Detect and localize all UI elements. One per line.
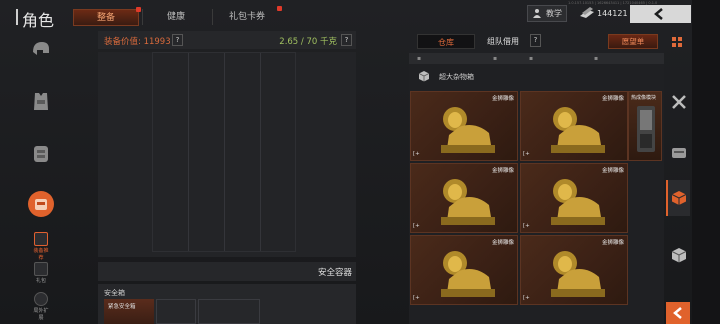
backpack-icon: [35, 199, 47, 210]
item-name: 热成像模块: [631, 95, 657, 101]
item-gold-lion[interactable]: 金狮雕像 [+: [410, 163, 518, 233]
gold-lion-statue-icon: [551, 179, 605, 225]
safebox-empty-slot[interactable]: [198, 299, 260, 324]
gold-lion-statue-icon: [441, 107, 495, 153]
cube-icon[interactable]: [670, 246, 688, 264]
item-gold-lion[interactable]: 金狮雕像 [+: [410, 235, 518, 305]
item-corner-mark: [+: [523, 223, 530, 229]
stash-value-header: 装备价值: 11993 ? 2.65 / 70 千克 ?: [98, 31, 356, 49]
safebox-slot[interactable]: 紧急安全箱: [104, 299, 154, 324]
gift-icon: [34, 262, 48, 276]
value-help-button[interactable]: ?: [172, 34, 183, 46]
sidebar-item-label: 局外扩展: [33, 308, 49, 321]
tab-giftpack-label: 礼包卡券: [228, 12, 265, 22]
currency-amount: 144121: [597, 9, 628, 18]
top-bar: 角色 整备 健康 礼包卡券 1.0.157.10153 | 1626643411…: [0, 0, 720, 30]
item-gold-lion[interactable]: 金狮雕像 [+: [520, 91, 628, 161]
sidebar-item-label: 装备推荐: [33, 248, 49, 261]
page-title: 角色: [22, 11, 55, 30]
gear-value: 装备价值: 11993: [104, 35, 171, 47]
tab-health-label: 健康: [166, 12, 185, 22]
gold-lion-statue-icon: [551, 107, 605, 153]
safebox-panel: 安全箱 紧急安全箱: [98, 284, 356, 324]
tab-gear-label: 整备: [96, 13, 115, 23]
weight-readout: 2.65 / 70 千克: [279, 37, 337, 47]
back-button[interactable]: [630, 5, 691, 23]
safe-container-bar: 安全容器: [98, 262, 356, 281]
warehouse-help-button[interactable]: ?: [530, 34, 541, 47]
gear-value-number: 11993: [143, 37, 171, 47]
tab-gear[interactable]: 整备: [73, 7, 141, 26]
grid-line: [188, 53, 189, 251]
container-row[interactable]: 超大杂物箱: [409, 66, 664, 88]
helmet-icon[interactable]: [28, 36, 54, 62]
grid-line: [260, 53, 261, 251]
thermal-module-icon: [637, 106, 655, 152]
tab-warehouse[interactable]: 仓库: [417, 34, 475, 49]
safe-container-label: 安全容器: [317, 268, 352, 278]
person-icon: [533, 9, 541, 18]
tab-health[interactable]: 健康: [146, 9, 206, 26]
armor-vest-icon[interactable]: [28, 88, 54, 114]
tutorial-button-label: 教学: [546, 9, 562, 18]
title-accent: [16, 9, 18, 25]
tools-cross-icon[interactable]: [670, 93, 688, 111]
strip-marker-icon: ▪: [493, 55, 498, 62]
item-corner-mark: [+: [413, 151, 420, 157]
collapse-button[interactable]: [666, 302, 690, 324]
notification-dot: [277, 6, 282, 11]
notification-dot: [136, 7, 141, 12]
tab-divider: [212, 9, 213, 25]
safebox-label: 安全箱: [104, 289, 125, 297]
backpack-grid[interactable]: [152, 52, 296, 252]
grid-menu-icon[interactable]: [670, 35, 688, 53]
cube-icon: [418, 71, 430, 82]
chest-rig-icon[interactable]: [28, 140, 54, 166]
gold-lion-statue-icon: [441, 251, 495, 297]
chevron-left-icon: [673, 307, 682, 319]
wishlist-button[interactable]: 愿望单: [608, 34, 658, 49]
right-rail: [666, 31, 692, 324]
card-icon[interactable]: [670, 144, 688, 162]
item-gold-lion[interactable]: 金狮雕像 [+: [410, 91, 518, 161]
tab-team-borrow[interactable]: 组队借用: [481, 34, 525, 49]
weight-help-button[interactable]: ?: [341, 34, 352, 46]
gear-value-label: 装备价值:: [104, 37, 141, 47]
recommend-icon: [34, 232, 48, 246]
item-corner-mark: [+: [413, 295, 420, 301]
expand-icon: [34, 292, 48, 306]
warehouse-strip: ▪ ▪ ▪ ▪: [409, 53, 664, 64]
item-gold-lion[interactable]: 金狮雕像 [+: [520, 235, 628, 305]
gold-lion-statue-icon: [551, 251, 605, 297]
tab-divider: [142, 9, 143, 25]
grid-line: [224, 53, 225, 251]
warehouse-box-icon: [671, 191, 687, 205]
item-corner-mark: [+: [523, 295, 530, 301]
sidebar-item-recommend[interactable]: 装备推荐: [32, 232, 50, 261]
safebox-empty-slot[interactable]: [156, 299, 196, 324]
rail-tab-warehouse-active[interactable]: [666, 180, 690, 216]
currency-icon: [580, 7, 594, 18]
strip-marker-icon: ▪: [529, 55, 534, 62]
strip-marker-icon: ▪: [594, 55, 599, 62]
item-gold-lion[interactable]: 金狮雕像 [+: [520, 163, 628, 233]
game-inventory-screen: 角色 整备 健康 礼包卡券 1.0.157.10153 | 1626643411…: [0, 0, 720, 324]
screen-edge: [692, 0, 720, 324]
tutorial-button[interactable]: 教学: [527, 5, 567, 22]
sidebar-item-expand[interactable]: 局外扩展: [32, 292, 50, 321]
item-corner-mark: [+: [523, 151, 530, 157]
container-name: 超大杂物箱: [439, 73, 474, 81]
item-corner-mark: [+: [413, 223, 420, 229]
item-thermal-module[interactable]: 热成像模块: [628, 91, 662, 161]
strip-marker-icon: ▪: [417, 55, 422, 62]
sidebar-item-giftpack[interactable]: 礼包: [32, 262, 50, 284]
chevron-left-icon: [654, 8, 663, 20]
safebox-item-name: 紧急安全箱: [108, 304, 136, 310]
sidebar-item-label: 礼包: [35, 278, 46, 284]
gold-lion-statue-icon: [441, 179, 495, 225]
tab-giftpack[interactable]: 礼包卡券: [215, 6, 282, 26]
